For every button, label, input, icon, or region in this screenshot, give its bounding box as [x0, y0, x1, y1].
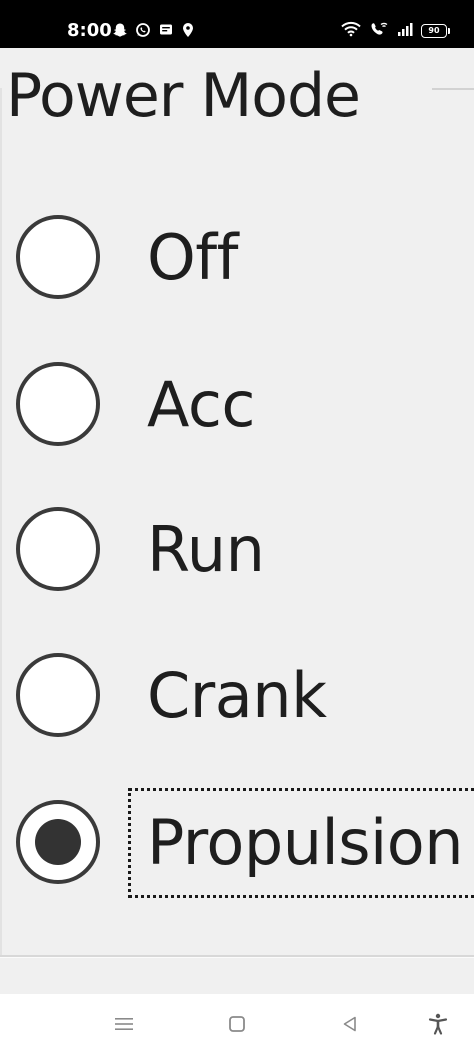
groupbox-title: Power Mode	[6, 61, 361, 131]
signal-icon	[397, 21, 413, 41]
radio-label-off[interactable]: Off	[147, 222, 238, 294]
groupbox-bottom-highlight	[0, 957, 474, 958]
vowifi-call-icon	[369, 21, 389, 41]
radio-option-acc[interactable]: Acc	[0, 345, 474, 465]
radio-label-run[interactable]: Run	[147, 514, 265, 586]
radio-option-crank[interactable]: Crank	[0, 636, 474, 756]
power-mode-groupbox: Power Mode Off Acc Run Crank Propulsion	[0, 48, 474, 994]
radio-label-acc[interactable]: Acc	[147, 369, 256, 441]
accessibility-icon[interactable]	[426, 1012, 450, 1036]
home-icon[interactable]	[225, 1012, 249, 1036]
wifi-icon	[341, 21, 361, 41]
radio-button-crank[interactable]	[16, 653, 100, 737]
radio-button-run[interactable]	[16, 507, 100, 591]
status-left-icons	[112, 22, 195, 42]
groupbox-top-border	[432, 88, 474, 90]
menu-icon[interactable]	[112, 1012, 136, 1036]
radio-button-off[interactable]	[16, 215, 100, 299]
battery-icon: 90	[421, 24, 450, 38]
radio-option-propulsion[interactable]: Propulsion	[0, 783, 474, 903]
status-right-icons: 90	[341, 21, 450, 41]
screen: 8:00 90 Power Mode Off Acc Run Crank Pro…	[0, 0, 474, 1053]
status-time: 8:00	[67, 20, 112, 41]
radio-option-off[interactable]: Off	[0, 198, 474, 318]
message-icon	[158, 22, 174, 42]
radio-option-run[interactable]: Run	[0, 490, 474, 610]
radio-button-acc[interactable]	[16, 362, 100, 446]
snapchat-icon	[112, 22, 128, 42]
radio-button-propulsion[interactable]	[16, 800, 100, 884]
radio-label-crank[interactable]: Crank	[147, 660, 327, 732]
radio-label-propulsion[interactable]: Propulsion	[147, 807, 464, 879]
back-icon[interactable]	[338, 1012, 362, 1036]
whatsapp-icon	[135, 22, 151, 42]
location-icon	[181, 22, 195, 42]
navigation-bar	[0, 994, 474, 1053]
